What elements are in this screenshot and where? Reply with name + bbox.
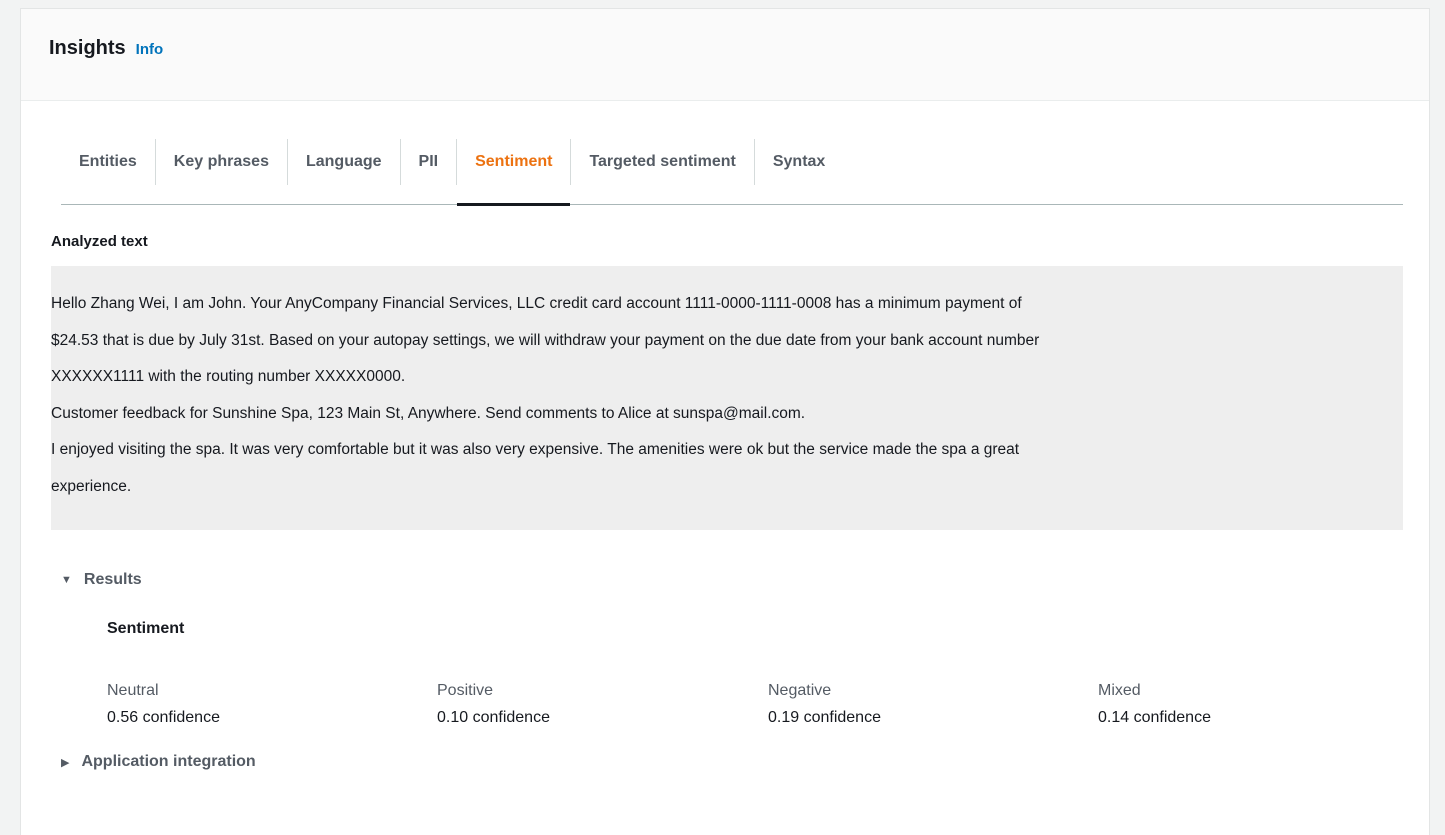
- caret-right-icon: ▶: [61, 756, 70, 769]
- sentiment-label: Mixed: [1098, 682, 1141, 699]
- tab-wrap-entities: Entities: [61, 139, 155, 205]
- analyzed-text-box: Hello Zhang Wei, I am John. Your AnyComp…: [51, 266, 1403, 530]
- tab-language[interactable]: Language: [288, 139, 400, 185]
- info-link[interactable]: Info: [136, 41, 164, 58]
- tab-bar: Entities Key phrases Language PII Sentim…: [61, 139, 1403, 206]
- sentiment-label: Positive: [437, 682, 494, 699]
- analyzed-text-label: Analyzed text: [51, 233, 148, 250]
- tab-pii[interactable]: PII: [401, 139, 457, 185]
- tab-entities[interactable]: Entities: [61, 139, 155, 185]
- sentiment-label: Neutral: [107, 682, 159, 699]
- sentiment-value: 0.56 confidence: [107, 709, 220, 726]
- tab-wrap-language: Language: [288, 139, 400, 205]
- analyzed-text-line: I enjoyed visiting the spa. It was very …: [51, 441, 1020, 458]
- tab-wrap-pii: PII: [401, 139, 457, 205]
- analyzed-text-line: Hello Zhang Wei, I am John. Your AnyComp…: [51, 295, 1022, 312]
- analyzed-text-line: XXXXXX1111 with the routing number XXXXX…: [51, 368, 406, 385]
- page-title: Insights: [49, 37, 126, 59]
- analyzed-text-line: $24.53 that is due by July 31st. Based o…: [51, 331, 1040, 349]
- tab-sentiment[interactable]: Sentiment: [457, 139, 570, 185]
- sentiment-neutral: Neutral 0.56 confidence: [107, 677, 220, 731]
- sentiment-positive: Positive 0.10 confidence: [437, 677, 550, 731]
- sentiment-value: 0.19 confidence: [768, 709, 881, 726]
- tab-wrap-syntax: Syntax: [755, 139, 843, 205]
- application-integration-label: Application integration: [81, 753, 256, 770]
- caret-down-icon: ▼: [61, 574, 72, 586]
- sentiment-value: 0.10 confidence: [437, 709, 550, 726]
- tab-wrap-sentiment: Sentiment: [457, 139, 571, 206]
- analyzed-text-line: Customer feedback for Sunshine Spa, 123 …: [51, 404, 806, 422]
- active-tab-underline: [457, 203, 571, 206]
- sentiment-negative: Negative 0.19 confidence: [768, 677, 881, 731]
- tab-wrap-key-phrases: Key phrases: [156, 139, 287, 205]
- panel-header: Insights Info: [21, 9, 1429, 101]
- sentiment-heading: Sentiment: [107, 620, 185, 637]
- application-integration-toggle[interactable]: ▶ Application integration: [61, 753, 256, 771]
- tab-targeted-sentiment[interactable]: Targeted sentiment: [571, 139, 753, 185]
- sentiment-label: Negative: [768, 682, 832, 699]
- tab-wrap-targeted-sentiment: Targeted sentiment: [571, 139, 753, 205]
- analyzed-text-line: experience.: [51, 477, 132, 495]
- results-expand-toggle[interactable]: ▼ Results: [61, 571, 142, 589]
- sentiment-mixed: Mixed 0.14 confidence: [1098, 677, 1211, 731]
- sentiment-value: 0.14 confidence: [1098, 709, 1211, 726]
- tab-key-phrases[interactable]: Key phrases: [156, 139, 287, 185]
- results-toggle-label: Results: [83, 571, 142, 588]
- insights-panel: Insights Info Entities Key phrases Langu…: [20, 8, 1430, 835]
- tab-syntax[interactable]: Syntax: [755, 139, 843, 185]
